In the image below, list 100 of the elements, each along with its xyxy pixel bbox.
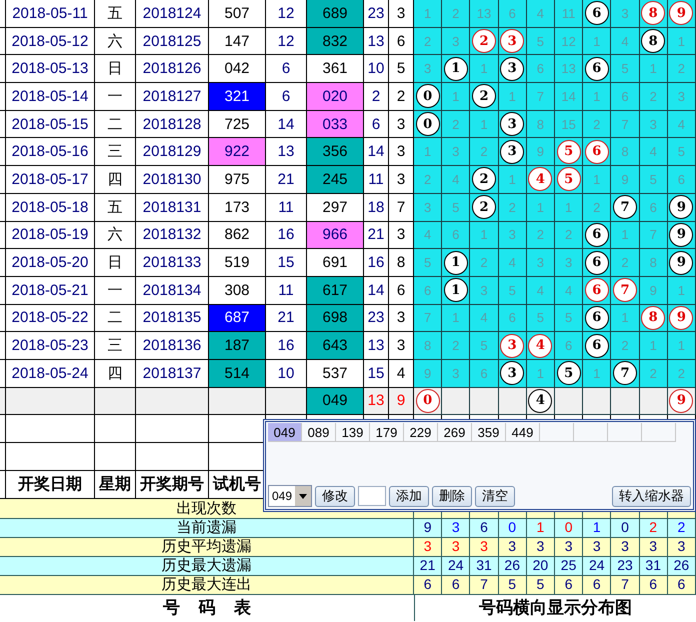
omission-number: 2 xyxy=(452,116,460,132)
column-header: 试机号 xyxy=(209,470,266,499)
number-ball: 9 xyxy=(669,250,694,275)
number-list-item[interactable]: 229 xyxy=(404,423,438,442)
number-ball: 9 xyxy=(669,306,694,330)
omission-number: 14 xyxy=(561,88,576,104)
date-cell: 2018-05-15 xyxy=(6,110,95,138)
weekday-cell: 六 xyxy=(95,222,136,250)
empty-list-slot[interactable] xyxy=(642,423,676,442)
date-cell: 2018-05-12 xyxy=(6,28,95,56)
omission-number: 3 xyxy=(650,116,657,132)
omission-number: 2 xyxy=(621,255,629,270)
empty-list-slot[interactable] xyxy=(608,423,642,442)
weekday-cell: 五 xyxy=(95,0,136,28)
omission-number: 9 xyxy=(621,172,629,187)
number-ball: 0 xyxy=(416,388,440,413)
span-cell: 3 xyxy=(389,0,414,28)
omission-number: 6 xyxy=(564,338,572,354)
sum-cell: 21 xyxy=(266,304,307,332)
number-list-item[interactable]: 139 xyxy=(336,423,370,442)
period-cell: 2018135 xyxy=(136,304,209,332)
number-ball: 3 xyxy=(500,140,524,164)
action-button[interactable]: 删除 xyxy=(432,486,472,506)
result-number-cell: 617 xyxy=(307,276,364,305)
trial-number-cell: 042 xyxy=(209,55,266,84)
column-header: 开奖日期 xyxy=(6,470,95,499)
number-ball: 0 xyxy=(416,112,440,136)
action-button[interactable]: 清空 xyxy=(475,486,516,506)
table-cell xyxy=(266,388,307,416)
omission-number: 6 xyxy=(480,366,488,381)
omission-number: 3 xyxy=(480,282,488,298)
omission-number: 3 xyxy=(508,227,516,242)
omission-number: 6 xyxy=(424,282,432,298)
number-list-item[interactable]: 179 xyxy=(370,423,404,442)
omission-number: 8 xyxy=(536,116,544,132)
result-number-cell: 689 xyxy=(307,0,364,28)
period-cell: 2018132 xyxy=(136,222,209,250)
omission-number: 2 xyxy=(678,366,686,381)
result-number-cell: 033 xyxy=(307,110,364,138)
sum-cell: 6 xyxy=(364,110,389,138)
number-list-item[interactable]: 359 xyxy=(472,423,506,442)
stat-value: 6 xyxy=(414,574,442,595)
number-ball: 3 xyxy=(500,361,524,386)
omission-number: 7 xyxy=(621,116,629,132)
action-button[interactable]: 修改 xyxy=(315,486,356,506)
sum-cell: 11 xyxy=(266,194,307,222)
weekday-cell: 六 xyxy=(95,28,136,56)
omission-number: 2 xyxy=(593,116,600,132)
stat-label: 历史最大连出 xyxy=(0,574,414,595)
number-ball: 5 xyxy=(556,167,581,192)
period-cell: 2018125 xyxy=(136,28,209,56)
omission-number: 4 xyxy=(564,282,572,298)
omission-number: 13 xyxy=(476,6,492,21)
omission-number: 5 xyxy=(650,172,657,187)
number-ball: 2 xyxy=(472,29,496,54)
omission-number: 2 xyxy=(650,88,657,104)
trial-number-cell: 922 xyxy=(209,138,266,166)
omission-number: 2 xyxy=(536,227,544,242)
result-number-cell: 691 xyxy=(307,249,364,277)
omission-number: 1 xyxy=(508,172,516,187)
weekday-cell: 日 xyxy=(95,249,136,277)
empty-list-slot[interactable] xyxy=(574,423,608,442)
stat-value: 6 xyxy=(583,574,612,595)
number-dropdown[interactable]: 049 xyxy=(268,485,312,507)
weekday-cell: 三 xyxy=(95,138,136,166)
number-ball: 1 xyxy=(444,56,468,81)
number-ball: 8 xyxy=(641,1,666,26)
number-ball: 0 xyxy=(416,84,440,108)
input-field[interactable] xyxy=(358,486,386,506)
omission-number: 4 xyxy=(452,172,460,187)
number-list-item[interactable]: 449 xyxy=(506,423,540,442)
number-ball: 6 xyxy=(584,334,609,358)
date-cell: 2018-05-17 xyxy=(6,166,95,194)
result-number-cell: 832 xyxy=(307,28,364,56)
sum-cell: 13 xyxy=(266,138,307,166)
span-cell: 3 xyxy=(389,110,414,138)
omission-number: 6 xyxy=(452,227,460,242)
date-cell: 2018-05-16 xyxy=(6,138,95,166)
sum-cell: 16 xyxy=(266,222,307,250)
date-cell: 2018-05-20 xyxy=(6,249,95,277)
omission-number: 3 xyxy=(452,366,460,381)
trial-number-cell: 507 xyxy=(209,0,266,28)
omission-number: 6 xyxy=(678,172,686,187)
span-cell: 6 xyxy=(389,276,414,305)
trial-number-cell: 725 xyxy=(209,110,266,138)
number-list-item[interactable]: 049 xyxy=(268,423,302,442)
number-list-item[interactable]: 089 xyxy=(302,423,336,442)
number-ball: 9 xyxy=(669,222,694,247)
empty-list-slot[interactable] xyxy=(540,423,574,442)
omission-number: 15 xyxy=(561,116,576,132)
omission-number: 2 xyxy=(564,227,572,242)
period-cell: 2018128 xyxy=(136,110,209,138)
number-list-item[interactable]: 269 xyxy=(438,423,472,442)
number-ball: 7 xyxy=(612,195,637,220)
number-ball: 4 xyxy=(528,334,552,358)
action-button[interactable]: 添加 xyxy=(389,486,430,506)
omission-number: 2 xyxy=(650,366,657,381)
action-button[interactable]: 转入缩水器 xyxy=(612,486,691,506)
date-cell: 2018-05-23 xyxy=(6,332,95,360)
stat-value: 6 xyxy=(668,574,696,595)
